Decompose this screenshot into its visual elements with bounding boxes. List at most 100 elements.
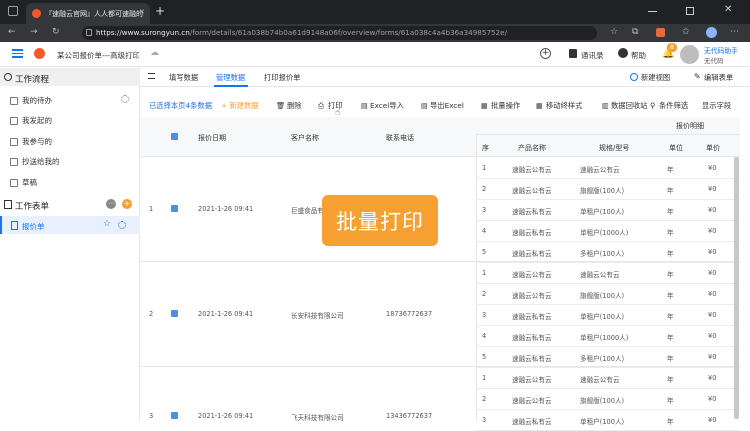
- detail-row-divider: [476, 178, 740, 179]
- menu-icon[interactable]: [12, 49, 23, 58]
- close-window-icon[interactable]: ✕: [724, 4, 732, 15]
- row-checkbox[interactable]: [171, 412, 178, 419]
- add-icon[interactable]: +: [540, 48, 551, 59]
- settings-gear-icon[interactable]: [121, 95, 129, 103]
- detail-product: 速融云私有云: [512, 355, 552, 363]
- notification-badge: 8: [667, 43, 677, 52]
- detail-spec: 多租户(100人): [580, 250, 625, 258]
- detail-unit: 年: [667, 229, 674, 237]
- sidebar-item-label: 我参与的: [22, 137, 52, 146]
- contacts-icon[interactable]: [569, 49, 577, 58]
- edit-icon[interactable]: ✎: [694, 72, 701, 81]
- tab-close-icon[interactable]: ✕: [139, 8, 145, 16]
- sub-seq-header: 序: [482, 144, 489, 152]
- sidebar-item-cc[interactable]: 抄送给我的: [10, 153, 60, 171]
- filter-button[interactable]: 条件筛选: [659, 101, 688, 111]
- new-view-button[interactable]: 新建视图: [641, 73, 670, 83]
- contacts-button[interactable]: 通讯录: [581, 50, 604, 61]
- row-checkbox[interactable]: [171, 310, 178, 317]
- minimize-icon[interactable]: [648, 11, 657, 12]
- select-all-checkbox[interactable]: [171, 133, 178, 140]
- detail-price: ¥0: [708, 248, 717, 256]
- more-menu-icon[interactable]: ⋯: [730, 27, 739, 37]
- tab-manage[interactable]: 管理数据: [216, 73, 245, 83]
- add-form-icon[interactable]: +: [122, 199, 132, 209]
- excel-import-button[interactable]: Excel导入: [370, 101, 404, 111]
- help-icon[interactable]: [618, 48, 628, 58]
- new-tab-button[interactable]: +: [155, 4, 165, 18]
- add-data-button[interactable]: + 新建数据: [221, 101, 259, 111]
- back-icon[interactable]: ←: [8, 27, 16, 37]
- forward-icon[interactable]: →: [30, 27, 38, 37]
- record-date: 2021-1-26 09:41: [198, 412, 254, 420]
- browser-tab[interactable]: 『速融云官网』人人都可速融的: [26, 3, 150, 24]
- vertical-scrollbar[interactable]: [734, 157, 739, 419]
- app-title: 某公司报价单---高级打印: [57, 51, 139, 60]
- cc-icon: [10, 158, 18, 166]
- detail-product: 速融云公有云: [512, 292, 552, 300]
- tab-fill[interactable]: 填写数据: [169, 73, 198, 83]
- excel-export-button[interactable]: 导出Excel: [430, 101, 464, 111]
- row-checkbox[interactable]: [171, 205, 178, 212]
- favorite-icon[interactable]: ☆: [610, 27, 618, 37]
- excel-export-icon[interactable]: ▤: [421, 101, 428, 110]
- sidebar-item-drafts[interactable]: 草稿: [10, 174, 37, 192]
- delete-button[interactable]: 删除: [287, 101, 302, 111]
- sidebar-item-initiated[interactable]: 我发起的: [10, 112, 52, 130]
- detail-spec: 旗舰版(100人): [580, 397, 625, 405]
- filter-icon[interactable]: ⚲: [650, 101, 655, 110]
- sidebar-toggle-icon[interactable]: [8, 6, 18, 16]
- delete-icon[interactable]: 🗑: [276, 101, 285, 110]
- sidebar-item-todo[interactable]: 我的待办: [10, 92, 52, 110]
- print-icon[interactable]: ⎙: [318, 101, 324, 111]
- address-bar[interactable]: https://www.surongyun.cn/form/details/61…: [82, 26, 597, 40]
- move-style-icon[interactable]: ▦: [536, 101, 543, 110]
- recycle-button[interactable]: 数据回收站: [611, 101, 647, 111]
- forms-more-icon[interactable]: ⋯: [106, 199, 116, 209]
- detail-price: ¥0: [708, 290, 717, 298]
- maximize-icon[interactable]: [686, 7, 694, 15]
- detail-unit: 年: [667, 271, 674, 279]
- detail-row-divider: [476, 241, 740, 242]
- initiated-icon: [10, 117, 18, 125]
- list-menu-icon[interactable]: [148, 73, 155, 79]
- excel-import-icon[interactable]: ▤: [361, 101, 368, 110]
- section-workflow-title: 工作流程: [15, 75, 50, 85]
- extension-icon[interactable]: [656, 28, 665, 37]
- tab-print[interactable]: 打印报价单: [264, 73, 300, 83]
- detail-row-divider: [476, 346, 740, 347]
- fields-button[interactable]: 显示字段: [702, 101, 731, 111]
- edit-form-button[interactable]: 编辑表单: [704, 73, 733, 83]
- reload-icon[interactable]: ↻: [52, 27, 60, 37]
- tab-active-underline: [214, 85, 248, 87]
- lock-icon: [86, 29, 92, 36]
- selected-count: 已选择本页4条数据: [149, 101, 213, 110]
- star-icon[interactable]: ☆: [103, 219, 111, 229]
- detail-row-divider: [476, 409, 740, 410]
- detail-seq: 3: [482, 311, 487, 319]
- profile-icon[interactable]: [706, 27, 717, 38]
- collections-icon[interactable]: ⧉: [632, 27, 638, 37]
- app-logo-icon: [34, 48, 45, 59]
- form-settings-icon[interactable]: [118, 221, 126, 229]
- forms-icon: [4, 200, 12, 209]
- detail-price: ¥0: [708, 395, 717, 403]
- avatar[interactable]: [680, 45, 699, 64]
- batch-button[interactable]: 批量操作: [491, 101, 520, 111]
- batch-icon[interactable]: ▦: [481, 101, 488, 110]
- favorites-bar-icon[interactable]: ✩: [682, 27, 690, 37]
- move-style-button[interactable]: 移动终样式: [546, 101, 582, 111]
- detail-spec: 速融云公有云: [580, 376, 620, 384]
- record-index: 1: [149, 205, 154, 213]
- detail-row-divider: [476, 199, 740, 200]
- sidebar-item-label: 抄送给我的: [22, 157, 60, 166]
- url-path: /form/details/61a038b74b0a61d9148a06f/ov…: [189, 28, 508, 37]
- detail-seq: 3: [482, 416, 487, 424]
- sidebar-item-participated[interactable]: 我参与的: [10, 133, 52, 151]
- detail-product: 速融云公有云: [512, 376, 552, 384]
- site-favicon-icon: [32, 9, 41, 18]
- recycle-icon[interactable]: ▥: [602, 101, 609, 110]
- new-view-icon[interactable]: [630, 73, 638, 81]
- record-index: 3: [149, 412, 154, 420]
- help-button[interactable]: 帮助: [631, 50, 646, 61]
